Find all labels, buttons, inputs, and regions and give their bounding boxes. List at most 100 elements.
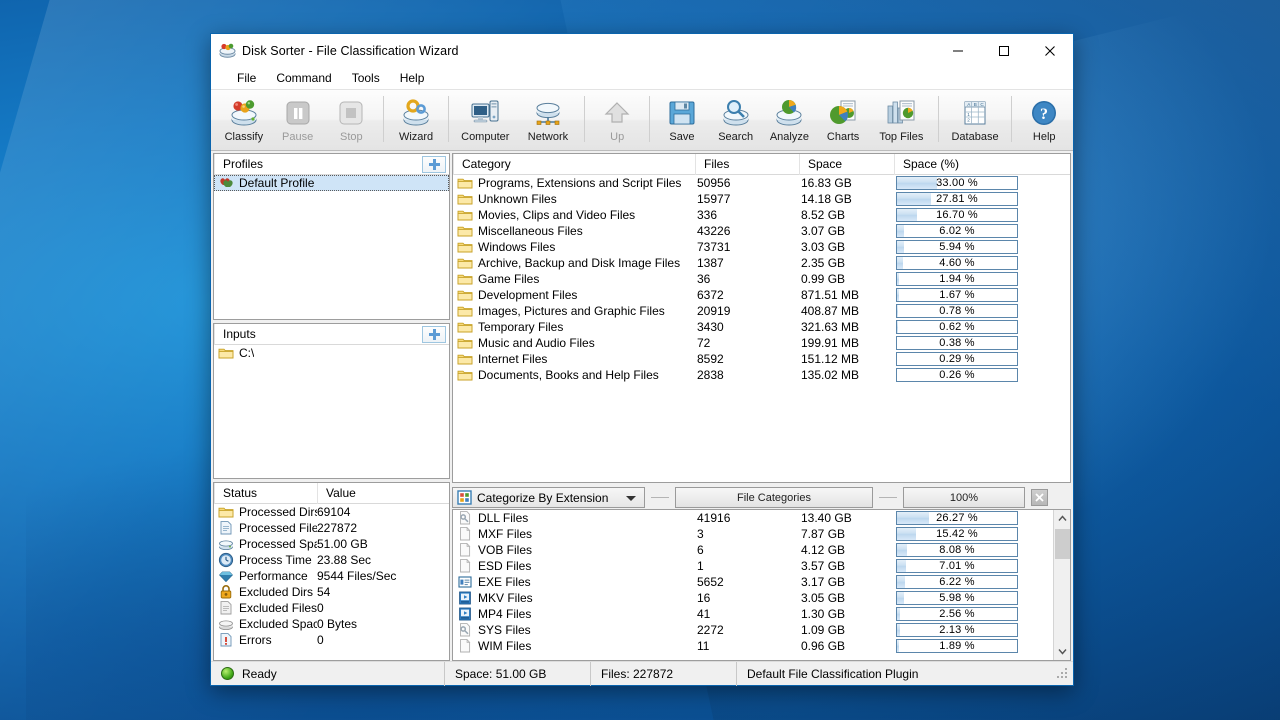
table-row[interactable]: MKV Files 16 3.05 GB 5.98 % (453, 590, 1053, 606)
clock-icon (218, 552, 234, 568)
toolbar-separator-5 (937, 96, 939, 142)
table-row[interactable]: Programs, Extensions and Script Files 509… (453, 175, 1070, 191)
toolbar-wizard-button[interactable]: Wizard (389, 93, 443, 149)
category-space: 3.07 GB (801, 224, 846, 238)
analyze-icon (773, 97, 805, 129)
toolbar-database-button[interactable]: A B C 1 2 Database (944, 93, 1007, 149)
close-button[interactable] (1027, 34, 1073, 67)
toolbar-charts-label: Charts (826, 131, 860, 143)
table-row[interactable]: Temporary Files 3430 321.63 MB 0.62 % (453, 319, 1070, 335)
table-row[interactable]: Development Files 6372 871.51 MB 1.67 % (453, 287, 1070, 303)
category-space: 135.02 MB (801, 368, 860, 382)
extension-name-cell: MXF Files (453, 526, 695, 542)
category-files: 20919 (697, 304, 731, 318)
zoom-level-button[interactable]: 100% (903, 487, 1025, 508)
toolbar-wizard-label: Wizard (398, 131, 434, 143)
gem-icon (218, 568, 234, 584)
category-files: 15977 (697, 192, 731, 206)
table-row[interactable]: Windows Files 73731 3.03 GB 5.94 % (453, 239, 1070, 255)
table-row[interactable]: Game Files 36 0.99 GB 1.94 % (453, 271, 1070, 287)
table-row[interactable]: Documents, Books and Help Files 2838 135.0… (453, 367, 1070, 383)
close-panel-button[interactable] (1031, 489, 1048, 506)
extensions-scrollbar[interactable] (1053, 510, 1070, 660)
table-row[interactable]: DLL Files 41916 13.40 GB 26.27 % (453, 510, 1053, 526)
table-row[interactable]: Archive, Backup and Disk Image Files 1387… (453, 255, 1070, 271)
table-row[interactable]: Miscellaneous Files 43226 3.07 GB 6.02 % (453, 223, 1070, 239)
minimize-button[interactable] (935, 34, 981, 67)
menu-tools[interactable]: Tools (342, 69, 390, 87)
extension-files: 41 (697, 607, 711, 621)
table-row[interactable]: SYS Files 2272 1.09 GB 2.13 % (453, 622, 1053, 638)
toolbar-computer-button[interactable]: Computer (454, 93, 517, 149)
file-icon (218, 520, 234, 536)
table-row[interactable]: Excluded Files 0 (214, 600, 449, 616)
table-row[interactable]: Unknown Files 15977 14.18 GB 27.81 % (453, 191, 1070, 207)
extension-name: MKV Files (478, 591, 533, 605)
add-input-button[interactable] (422, 326, 446, 343)
percent-bar: 1.89 % (896, 639, 1018, 653)
toolbar-up-button[interactable]: Up (590, 93, 644, 149)
category-space: 2.35 GB (801, 256, 846, 270)
categorize-by-dropdown[interactable]: Categorize By Extension (452, 487, 645, 508)
table-row[interactable]: Errors 0 (214, 632, 449, 648)
profiles-header: Profiles (214, 154, 449, 175)
toolbar-network-label: Network (527, 131, 569, 143)
list-item[interactable]: C:\ (214, 345, 449, 361)
list-item[interactable]: Default Profile (214, 175, 449, 191)
statusbar-state: Ready (242, 666, 277, 681)
table-row[interactable]: Performance 9544 Files/Sec (214, 568, 449, 584)
dll-icon (457, 622, 473, 638)
table-row[interactable]: Music and Audio Files 72 199.91 MB 0.38 % (453, 335, 1070, 351)
percent-bar-label: 7.01 % (939, 560, 975, 572)
table-row[interactable]: MXF Files 3 7.87 GB 15.42 % (453, 526, 1053, 542)
table-row[interactable]: EXE Files 5652 3.17 GB 6.22 % (453, 574, 1053, 590)
category-space: 16.83 GB (801, 176, 852, 190)
toolbar-stop-button[interactable]: Stop (324, 93, 378, 149)
maximize-button[interactable] (981, 34, 1027, 67)
extension-percent-cell: 15.42 % (894, 527, 1053, 541)
table-row[interactable]: WIM Files 11 0.96 GB 1.89 % (453, 638, 1053, 654)
percent-bar-label: 1.94 % (939, 273, 975, 285)
table-row[interactable]: VOB Files 6 4.12 GB 8.08 % (453, 542, 1053, 558)
toolbar-top-files-button[interactable]: Top Files (870, 93, 933, 149)
table-row[interactable]: Excluded Dirs 54 (214, 584, 449, 600)
add-profile-button[interactable] (422, 156, 446, 173)
table-row[interactable]: ESD Files 1 3.57 GB 7.01 % (453, 558, 1053, 574)
toolbar-pause-button[interactable]: Pause (271, 93, 325, 149)
toolbar-classify-button[interactable]: Classify (217, 93, 271, 149)
menu-command[interactable]: Command (266, 69, 341, 87)
table-row[interactable]: Images, Pictures and Graphic Files 20919 4… (453, 303, 1070, 319)
scrollbar-thumb[interactable] (1054, 529, 1070, 559)
status-value: 227872 (317, 521, 358, 535)
right-column: Category Files Space Space (%) Programs,… (450, 151, 1073, 661)
profiles-list: Default Profile (214, 175, 449, 319)
menu-file[interactable]: File (227, 69, 266, 87)
table-row[interactable]: Excluded Space0 Bytes (214, 616, 449, 632)
table-row[interactable]: Processed Dirs 69104 (214, 504, 449, 520)
category-space: 199.91 MB (801, 336, 860, 350)
dll-icon (457, 510, 473, 526)
toolbar-search-button[interactable]: Search (709, 93, 763, 149)
toolbar-save-button[interactable]: Save (655, 93, 709, 149)
table-row[interactable]: Internet Files 8592 151.12 MB 0.29 % (453, 351, 1070, 367)
toolbar-analyze-button[interactable]: Analyze (763, 93, 817, 149)
video-icon (457, 606, 473, 622)
table-row[interactable]: MP4 Files 41 1.30 GB 2.56 % (453, 606, 1053, 622)
toolbar-charts-button[interactable]: Charts (816, 93, 870, 149)
percent-bar: 26.27 % (896, 511, 1018, 525)
table-row[interactable]: Movies, Clips and Video Files 336 8.52 GB 1… (453, 207, 1070, 223)
resize-grip[interactable] (1057, 667, 1069, 680)
toolbar-network-button[interactable]: Network (517, 93, 580, 149)
table-row[interactable]: Processed Space51.00 GB (214, 536, 449, 552)
scroll-up-icon[interactable] (1054, 510, 1071, 527)
file-categories-button[interactable]: File Categories (675, 487, 873, 508)
table-row[interactable]: Processed Files 227872 (214, 520, 449, 536)
toolbar-help-button[interactable]: ? Help (1017, 93, 1071, 149)
category-files: 336 (697, 208, 718, 222)
category-percent-cell: 4.60 % (894, 256, 1070, 270)
menu-help[interactable]: Help (390, 69, 435, 87)
extension-files: 3 (697, 527, 704, 541)
table-row[interactable]: Process Time 23.88 Sec (214, 552, 449, 568)
percent-bar-label: 15.42 % (936, 528, 978, 540)
scroll-down-icon[interactable] (1054, 643, 1071, 660)
